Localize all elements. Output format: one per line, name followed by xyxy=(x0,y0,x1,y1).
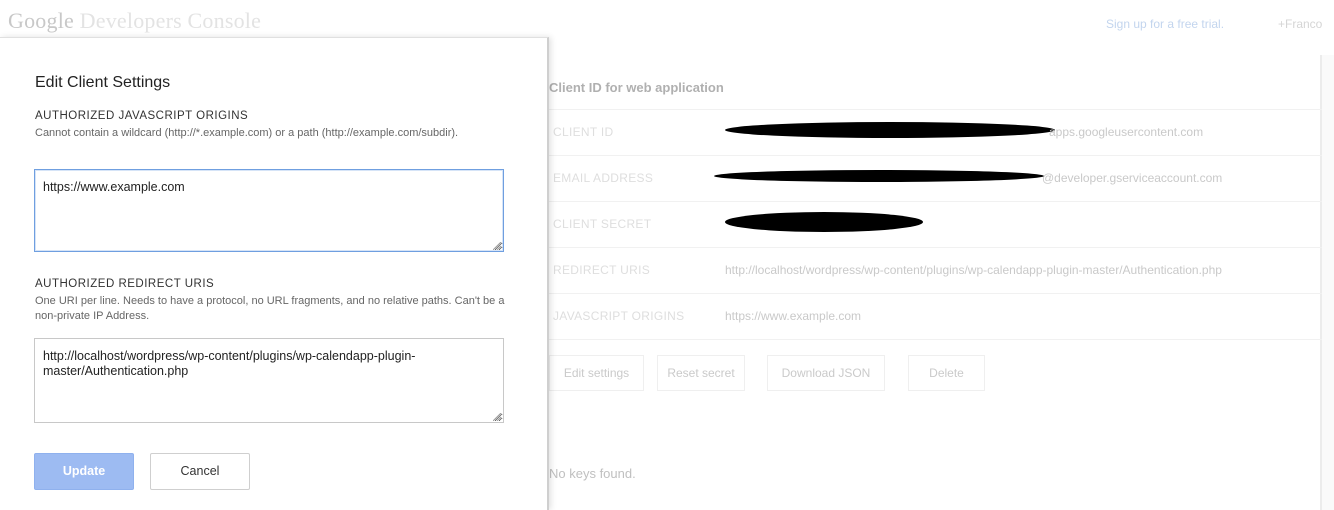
detail-value: https://www.example.com xyxy=(725,309,862,323)
no-keys-message: No keys found. xyxy=(549,466,636,481)
redirects-description: One URI per line. Needs to have a protoc… xyxy=(35,295,505,322)
download-json-button[interactable]: Download JSON xyxy=(767,355,885,391)
detail-value: apps.googleusercontent.com xyxy=(1049,125,1204,139)
redaction-mark xyxy=(725,122,1055,138)
detail-row-client-secret: CLIENT SECRET xyxy=(549,201,1322,247)
detail-label: CLIENT ID xyxy=(553,125,614,139)
cancel-button[interactable]: Cancel xyxy=(150,453,250,490)
detail-value: @developer.gserviceaccount.com xyxy=(1042,171,1223,185)
edit-client-settings-dialog: Edit Client Settings AUTHORIZED JAVASCRI… xyxy=(0,37,549,510)
resize-grip-icon[interactable] xyxy=(493,242,501,250)
console-logo[interactable]: Google Developers Console xyxy=(8,8,261,34)
redirects-textarea[interactable]: http://localhost/wordpress/wp-content/pl… xyxy=(34,338,504,423)
redaction-mark xyxy=(714,170,1044,182)
user-profile-link[interactable]: +Franco xyxy=(1278,17,1322,31)
redaction-mark xyxy=(725,212,923,232)
detail-value: http://localhost/wordpress/wp-content/pl… xyxy=(725,263,1222,277)
detail-row-javascript-origins: JAVASCRIPT ORIGINS https://www.example.c… xyxy=(549,293,1322,339)
edit-settings-button[interactable]: Edit settings xyxy=(549,355,644,391)
reset-secret-button[interactable]: Reset secret xyxy=(657,355,745,391)
dialog-title: Edit Client Settings xyxy=(35,74,171,91)
detail-label: REDIRECT URIS xyxy=(553,263,651,277)
detail-label: CLIENT SECRET xyxy=(553,217,652,231)
redirects-heading: AUTHORIZED REDIRECT URIS xyxy=(35,278,215,290)
update-button[interactable]: Update xyxy=(34,453,134,490)
top-bar: Google Developers Console Sign up for a … xyxy=(0,0,1334,40)
origins-textarea[interactable]: https://www.example.com xyxy=(34,169,504,252)
detail-label: JAVASCRIPT ORIGINS xyxy=(553,309,685,323)
logo-word-google: Google xyxy=(8,8,74,33)
delete-button[interactable]: Delete xyxy=(908,355,985,391)
detail-row-client-id: CLIENT ID apps.googleusercontent.com xyxy=(549,109,1322,155)
detail-label: EMAIL ADDRESS xyxy=(553,171,654,185)
origins-description: Cannot contain a wildcard (http://*.exam… xyxy=(35,127,459,139)
client-section-title: Client ID for web application xyxy=(549,80,724,95)
free-trial-link[interactable]: Sign up for a free trial. xyxy=(1106,17,1224,31)
row-divider xyxy=(549,339,1322,340)
logo-word-console: Developers Console xyxy=(79,8,262,33)
detail-row-email-address: EMAIL ADDRESS @developer.gserviceaccount… xyxy=(549,155,1322,201)
client-details-panel: Client ID for web application CLIENT ID … xyxy=(549,55,1334,510)
origins-heading: AUTHORIZED JAVASCRIPT ORIGINS xyxy=(35,110,249,122)
detail-row-redirect-uris: REDIRECT URIS http://localhost/wordpress… xyxy=(549,247,1322,293)
resize-grip-icon[interactable] xyxy=(493,413,501,421)
